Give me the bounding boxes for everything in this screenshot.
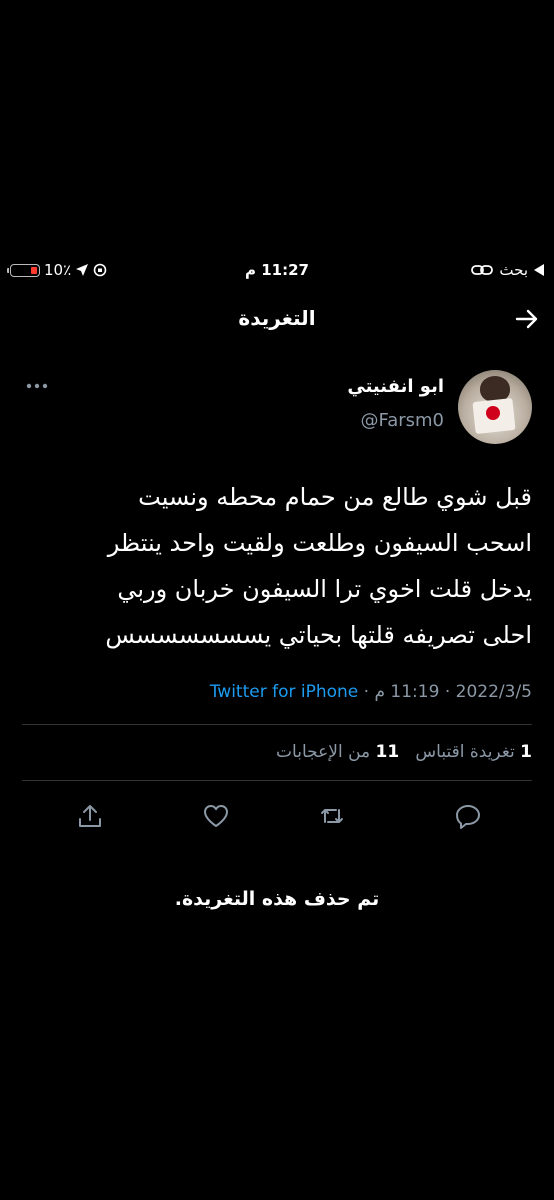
share-icon[interactable] — [76, 802, 104, 830]
tweet-actions — [0, 796, 554, 836]
more-options-icon[interactable] — [26, 382, 48, 390]
like-icon[interactable] — [202, 802, 230, 830]
quotes-stat[interactable]: اقتباس — [410, 742, 464, 762]
retweets-label: تغريدة — [469, 742, 515, 762]
status-right-group: بحث — [471, 261, 544, 279]
user-handle[interactable]: @Farsm0 — [361, 410, 445, 431]
tweet-date: 2022/3/5 — [455, 682, 532, 702]
retweets-count: 1 — [520, 742, 532, 762]
tweet-text: قبل شوي طالع من حمام محطه ونسيت اسحب الس… — [105, 483, 532, 649]
reply-icon[interactable] — [454, 802, 482, 830]
tweet-meta: 2022/3/5 · 11:19 م · Twitter for iPhone — [22, 682, 532, 702]
back-arrow-icon[interactable] — [514, 306, 540, 332]
tweet-time: 11:19 م — [374, 682, 440, 702]
tweet-source-link[interactable]: Twitter for iPhone — [210, 682, 359, 702]
meta-separator: · — [363, 682, 370, 702]
tweet-header: ابو انفنيتي @Farsm0 — [0, 368, 554, 448]
link-icon — [471, 265, 494, 275]
likes-label: من الإعجابات — [276, 742, 371, 762]
retweet-icon[interactable] — [318, 802, 346, 830]
deleted-tweet-notice: تم حذف هذه التغريدة. — [174, 888, 380, 910]
nav-header: التغريدة — [0, 300, 554, 340]
back-to-app-label[interactable]: بحث — [499, 261, 528, 279]
divider — [22, 724, 532, 725]
meta-separator: · — [444, 682, 451, 702]
avatar-heart — [486, 406, 500, 420]
page-title: التغريدة — [238, 306, 316, 330]
avatar[interactable] — [458, 370, 532, 444]
divider — [22, 780, 532, 781]
tweet-stats: 1 تغريدة اقتباس 11 من الإعجابات — [22, 742, 532, 762]
back-to-app-icon[interactable] — [534, 264, 544, 276]
display-name[interactable]: ابو انفنيتي — [347, 376, 444, 397]
retweets-stat[interactable]: 1 تغريدة — [464, 742, 532, 762]
likes-count: 11 — [375, 742, 400, 762]
status-bar: 10٪ 11:27 م بحث — [0, 258, 554, 284]
quotes-label: اقتباس — [415, 742, 465, 762]
likes-stat[interactable]: 11 من الإعجابات — [276, 742, 399, 762]
